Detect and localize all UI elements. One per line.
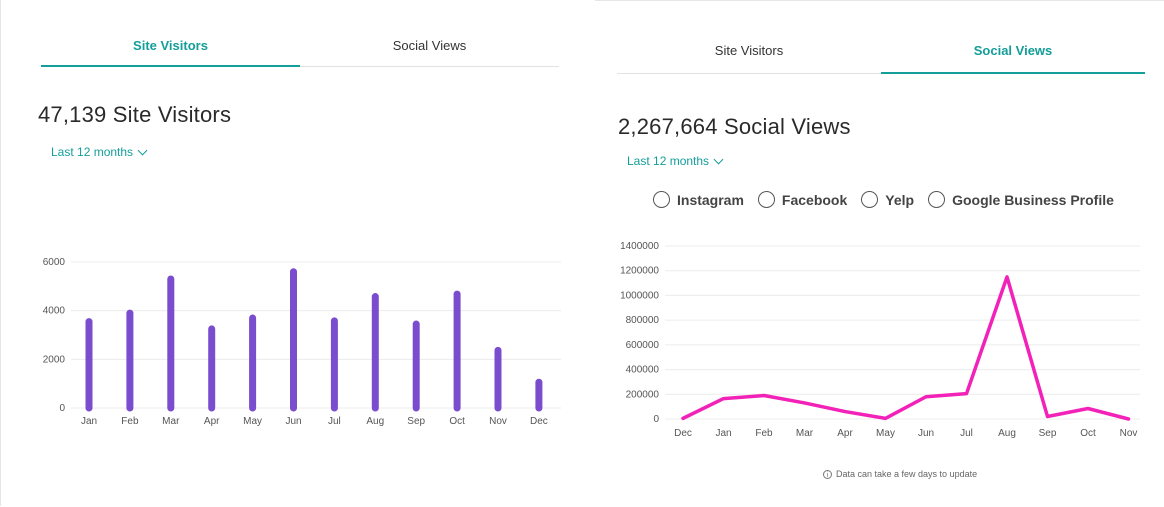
y-tick-label: 6000 [43, 257, 66, 268]
site-visitors-bar-chart: 0 2000 4000 6000 Jan Feb Mar Apr May Jun Jul Aug Sep… [43, 257, 561, 427]
x-tick-label: Mar [162, 416, 180, 427]
y-tick-label: 1000000 [620, 290, 659, 301]
data-point [965, 392, 968, 396]
x-tick-label: Apr [837, 428, 853, 439]
x-tick-label: Oct [1080, 428, 1096, 439]
x-tick-label: Aug [998, 428, 1016, 439]
data-point [843, 410, 847, 414]
x-tick-label: Sep [407, 416, 425, 427]
x-tick-label: Jul [328, 416, 341, 427]
data-point [762, 394, 766, 398]
data-point [1086, 406, 1090, 410]
data-point [722, 397, 725, 401]
x-tick-label: Mar [796, 428, 814, 439]
y-tick-label: 200000 [626, 389, 660, 400]
x-tick-label: Nov [1120, 428, 1138, 439]
data-point [1046, 415, 1049, 419]
data-point [1127, 417, 1130, 421]
data-point [1005, 275, 1009, 279]
data-point [884, 416, 887, 420]
y-tick-label: 0 [653, 414, 659, 425]
site-visitors-panel: Site Visitors Social Views 47,139 Site V… [0, 0, 581, 506]
y-tick-label: 2000 [43, 354, 66, 365]
y-tick-label: 1200000 [620, 266, 659, 277]
y-tick-label: 0 [59, 403, 65, 414]
x-tick-label: Jun [918, 428, 934, 439]
x-tick-label: Apr [204, 416, 220, 427]
x-tick-label: Jan [81, 416, 97, 427]
x-tick-label: May [876, 428, 895, 439]
x-tick-label: Aug [366, 416, 384, 427]
info-icon: i [823, 469, 832, 479]
x-tick-label: Nov [489, 416, 507, 427]
x-tick-label: Dec [530, 416, 548, 427]
series-line [681, 275, 1131, 421]
y-tick-label: 4000 [43, 306, 66, 317]
social-views-panel: Site Visitors Social Views 2,267,664 Soc… [595, 0, 1164, 507]
x-tick-label: Dec [674, 428, 692, 439]
y-tick-label: 800000 [626, 315, 660, 326]
x-tick-label: Jun [285, 416, 301, 427]
y-tick-label: 600000 [626, 340, 660, 351]
x-tick-label: Oct [449, 416, 465, 427]
x-tick-label: Sep [1039, 428, 1057, 439]
x-tick-label: Feb [121, 416, 139, 427]
data-point [924, 395, 928, 399]
x-tick-label: Jul [960, 428, 973, 439]
data-point [803, 401, 806, 405]
x-tick-label: May [243, 416, 262, 427]
update-note-text: Data can take a few days to update [836, 469, 978, 479]
y-tick-label: 1400000 [620, 241, 659, 252]
update-note: i Data can take a few days to update [823, 469, 977, 479]
x-tick-label: Jan [715, 428, 731, 439]
y-tick-label: 400000 [626, 365, 660, 376]
social-views-line-chart: 0 200000 400000 600000 800000 1000000 1200000 1… [620, 241, 1140, 439]
data-point [681, 416, 685, 420]
x-tick-label: Feb [755, 428, 773, 439]
